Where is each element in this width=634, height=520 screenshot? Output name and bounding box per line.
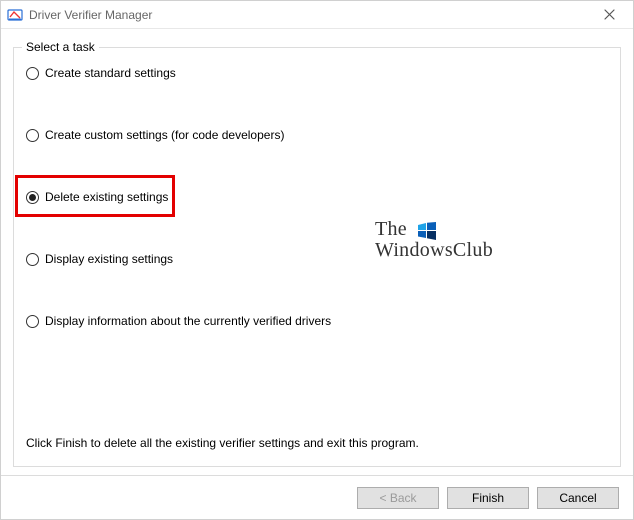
radio-icon bbox=[26, 129, 39, 142]
option-label: Display information about the currently … bbox=[45, 314, 331, 328]
dialog-content: Select a task Create standard settings C… bbox=[13, 47, 621, 467]
option-display-info[interactable]: Display information about the currently … bbox=[26, 314, 608, 328]
option-label: Delete existing settings bbox=[45, 190, 168, 204]
app-icon bbox=[7, 7, 23, 23]
wizard-footer: < Back Finish Cancel bbox=[1, 475, 633, 519]
radio-icon bbox=[26, 253, 39, 266]
option-create-custom[interactable]: Create custom settings (for code develop… bbox=[26, 128, 608, 142]
back-button[interactable]: < Back bbox=[357, 487, 439, 509]
finish-button[interactable]: Finish bbox=[447, 487, 529, 509]
option-label: Create standard settings bbox=[45, 66, 176, 80]
close-button[interactable] bbox=[589, 1, 629, 29]
window-title: Driver Verifier Manager bbox=[29, 8, 589, 22]
option-label: Display existing settings bbox=[45, 252, 173, 266]
option-label: Create custom settings (for code develop… bbox=[45, 128, 284, 142]
close-icon bbox=[604, 9, 615, 20]
radio-icon bbox=[26, 315, 39, 328]
title-bar: Driver Verifier Manager bbox=[1, 1, 633, 29]
radio-icon bbox=[26, 191, 39, 204]
groupbox-title: Select a task bbox=[22, 40, 99, 54]
info-text: Click Finish to delete all the existing … bbox=[26, 436, 419, 450]
task-groupbox: Select a task Create standard settings C… bbox=[13, 47, 621, 467]
radio-icon bbox=[26, 67, 39, 80]
option-create-standard[interactable]: Create standard settings bbox=[26, 66, 608, 80]
option-display-existing[interactable]: Display existing settings bbox=[26, 252, 608, 266]
option-delete-existing[interactable]: Delete existing settings bbox=[26, 190, 608, 204]
cancel-button[interactable]: Cancel bbox=[537, 487, 619, 509]
